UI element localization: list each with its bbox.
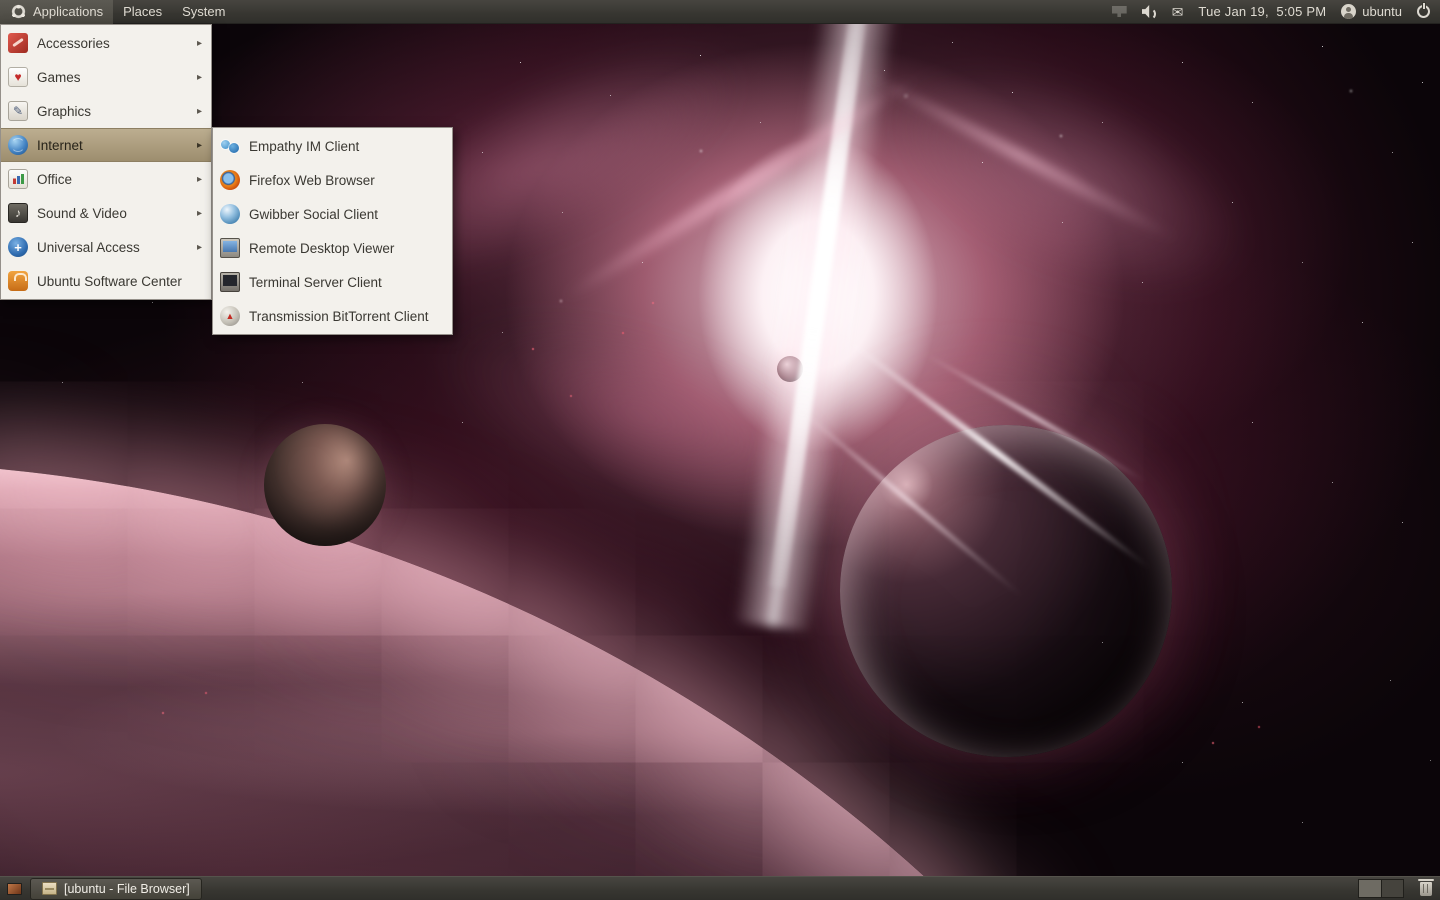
empathy-icon (220, 136, 240, 156)
desktop: Applications Places System ✉ Tue Jan 19,… (0, 0, 1440, 900)
applications-menu-button[interactable]: Applications (0, 0, 113, 24)
user-icon (1341, 4, 1356, 19)
workspace-2[interactable] (1381, 880, 1403, 897)
menu-item-graphics[interactable]: ✎ Graphics ▸ (1, 94, 211, 128)
mail-icon[interactable]: ✉ (1172, 5, 1184, 19)
menu-item-label: Remote Desktop Viewer (249, 241, 394, 256)
menu-item-label: Graphics (37, 104, 91, 119)
show-desktop-button[interactable] (3, 878, 25, 900)
workspace-1[interactable] (1359, 880, 1381, 897)
menu-item-firefox[interactable]: Firefox Web Browser (213, 163, 452, 197)
menu-item-empathy[interactable]: Empathy IM Client (213, 129, 452, 163)
clock[interactable]: Tue Jan 19, 5:05 PM (1198, 4, 1326, 19)
menu-item-label: Games (37, 70, 81, 85)
menu-item-universal-access[interactable]: + Universal Access ▸ (1, 230, 211, 264)
bottom-panel: [ubuntu - File Browser] (0, 876, 1440, 900)
transmission-icon: ▲ (220, 306, 240, 326)
system-menu-button[interactable]: System (172, 0, 235, 24)
show-desktop-icon (7, 883, 22, 895)
trash-icon[interactable] (1420, 882, 1432, 896)
internet-submenu: Empathy IM Client Firefox Web Browser Gw… (212, 127, 453, 335)
network-icon[interactable] (1112, 6, 1127, 17)
dark-planet (840, 425, 1172, 757)
submenu-arrow-icon: ▸ (197, 72, 205, 83)
taskbar-window-title: [ubuntu - File Browser] (64, 882, 190, 896)
menu-item-remote-desktop[interactable]: Remote Desktop Viewer (213, 231, 452, 265)
volume-icon[interactable] (1142, 5, 1157, 18)
graphics-icon: ✎ (8, 101, 28, 121)
user-menu[interactable]: ubuntu (1341, 4, 1402, 19)
menu-item-label: Accessories (37, 36, 110, 51)
menu-item-terminal-server[interactable]: Terminal Server Client (213, 265, 452, 299)
username-label: ubuntu (1362, 4, 1402, 19)
menu-item-transmission[interactable]: ▲ Transmission BitTorrent Client (213, 299, 452, 333)
system-tray: ✉ Tue Jan 19, 5:05 PM ubuntu (1112, 4, 1440, 19)
small-moon (264, 424, 386, 546)
ubuntu-logo-icon (10, 3, 27, 20)
menu-item-gwibber[interactable]: Gwibber Social Client (213, 197, 452, 231)
power-icon[interactable] (1417, 5, 1430, 18)
menu-item-label: Ubuntu Software Center (37, 274, 182, 289)
places-menu-button[interactable]: Places (113, 0, 172, 24)
menu-item-label: Sound & Video (37, 206, 127, 221)
submenu-arrow-icon: ▸ (197, 38, 205, 49)
menu-item-accessories[interactable]: Accessories ▸ (1, 26, 211, 60)
menu-item-office[interactable]: Office ▸ (1, 162, 211, 196)
remote-desktop-icon (220, 238, 240, 258)
menu-item-label: Terminal Server Client (249, 275, 382, 290)
firefox-icon (220, 170, 240, 190)
workspace-switcher[interactable] (1358, 879, 1404, 898)
office-icon (8, 169, 28, 189)
submenu-arrow-icon: ▸ (197, 106, 205, 117)
file-browser-icon (42, 882, 57, 895)
applications-menu-label: Applications (33, 4, 103, 19)
menu-item-games[interactable]: ♥ Games ▸ (1, 60, 211, 94)
menu-item-label: Firefox Web Browser (249, 173, 375, 188)
top-panel: Applications Places System ✉ Tue Jan 19,… (0, 0, 1440, 24)
menu-item-sound-video[interactable]: ♪ Sound & Video ▸ (1, 196, 211, 230)
games-icon: ♥ (8, 67, 28, 87)
menu-item-label: Gwibber Social Client (249, 207, 378, 222)
universal-access-icon: + (8, 237, 28, 257)
menu-item-label: Universal Access (37, 240, 140, 255)
system-menu-label: System (182, 4, 225, 19)
internet-icon (8, 135, 28, 155)
terminal-server-icon (220, 272, 240, 292)
menu-item-label: Office (37, 172, 72, 187)
submenu-arrow-icon: ▸ (197, 140, 205, 151)
places-menu-label: Places (123, 4, 162, 19)
software-center-icon (8, 271, 28, 291)
bottom-tray (1358, 879, 1440, 898)
menu-item-label: Transmission BitTorrent Client (249, 309, 429, 324)
menu-item-label: Empathy IM Client (249, 139, 359, 154)
menu-item-label: Internet (37, 138, 83, 153)
accessories-icon (8, 33, 28, 53)
submenu-arrow-icon: ▸ (197, 242, 205, 253)
submenu-arrow-icon: ▸ (197, 174, 205, 185)
submenu-arrow-icon: ▸ (197, 208, 205, 219)
sound-video-icon: ♪ (8, 203, 28, 223)
menu-item-internet[interactable]: Internet ▸ (1, 128, 211, 162)
taskbar-window-button[interactable]: [ubuntu - File Browser] (30, 878, 202, 900)
applications-menu: Accessories ▸ ♥ Games ▸ ✎ Graphics ▸ Int… (0, 24, 212, 300)
gwibber-icon (220, 204, 240, 224)
menu-item-software-center[interactable]: Ubuntu Software Center (1, 264, 211, 298)
